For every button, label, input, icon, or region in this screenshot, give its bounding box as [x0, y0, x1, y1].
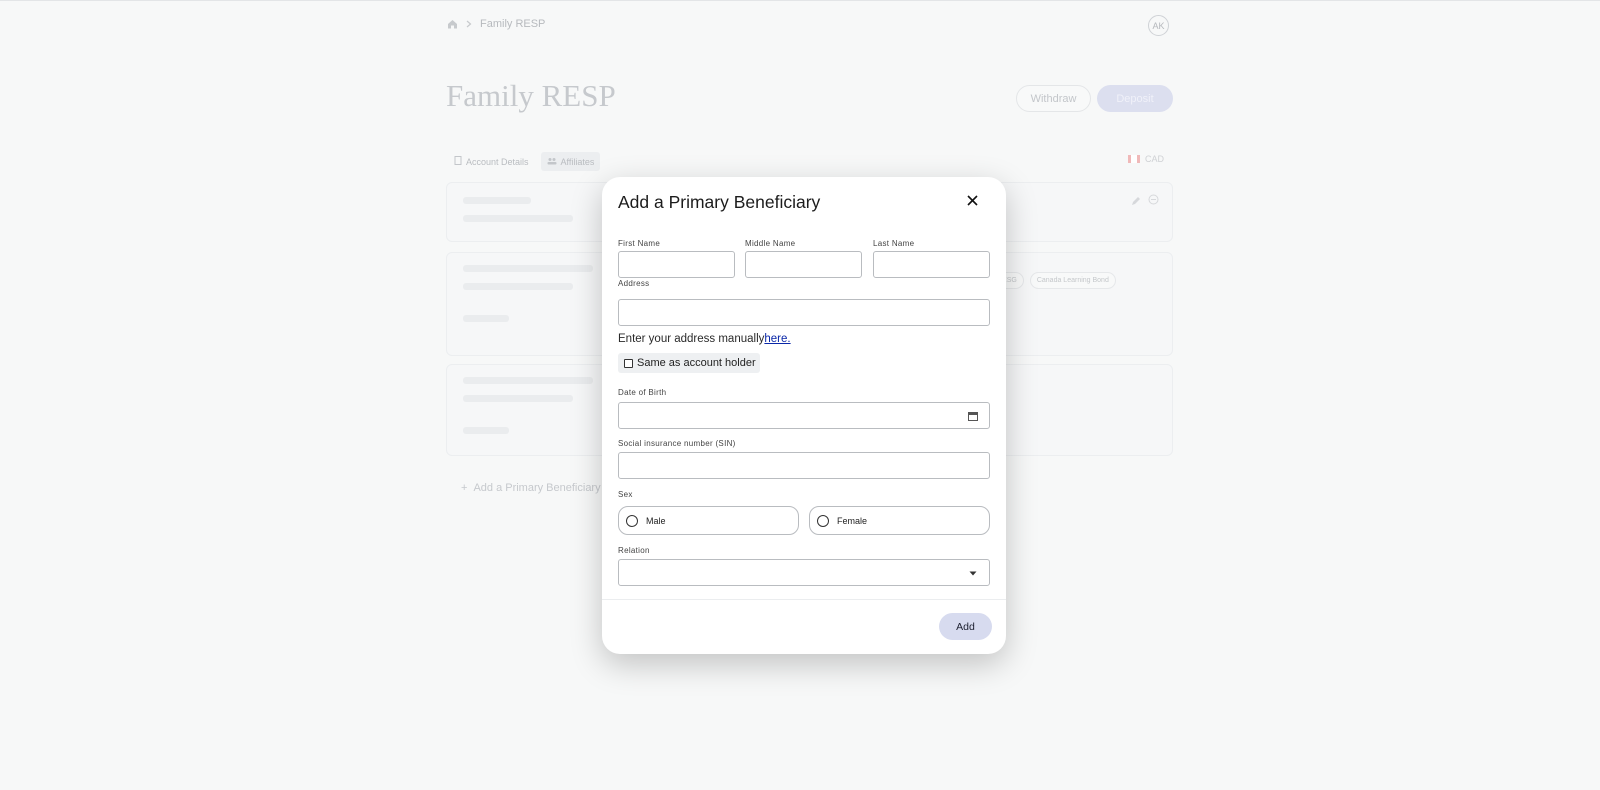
currency-label: CAD [1145, 154, 1165, 164]
page-title: Family RESP [446, 78, 616, 113]
sin-input[interactable] [618, 452, 990, 479]
avatar[interactable]: AK [1148, 15, 1169, 36]
people-icon [547, 157, 557, 167]
address-input[interactable] [618, 299, 990, 326]
deposit-button[interactable]: Deposit [1097, 85, 1173, 112]
placeholder-line [463, 395, 573, 402]
tab-label: Account Details [466, 156, 529, 167]
dob-label: Date of Birth [618, 388, 667, 397]
manual-address-link[interactable]: here. [764, 333, 790, 345]
calendar-icon[interactable] [966, 409, 980, 423]
top-divider [0, 0, 1600, 1]
add-button[interactable]: Add [939, 613, 992, 640]
placeholder-line [463, 377, 593, 384]
placeholder-line [463, 283, 573, 290]
modal-title: Add a Primary Beneficiary [618, 192, 821, 212]
address-label: Address [618, 279, 650, 288]
manual-address-text: Enter your address manually [618, 333, 765, 345]
grant-chips: CESG Canada Learning Bond [990, 272, 1116, 289]
close-icon [966, 193, 978, 211]
middle-name-input[interactable] [745, 251, 862, 278]
same-as-holder-label: Same as account holder [637, 357, 756, 369]
tab-affiliates[interactable]: Affiliates [540, 152, 601, 171]
currency-indicator: CAD [1128, 154, 1164, 164]
dob-input[interactable] [618, 402, 990, 429]
edit-icon[interactable] [1131, 193, 1141, 211]
modal-footer-divider [602, 599, 1006, 600]
sex-option-label: Female [837, 515, 868, 526]
document-icon [454, 156, 462, 167]
withdraw-button[interactable]: Withdraw [1016, 85, 1091, 112]
canada-flag-icon [1128, 155, 1140, 163]
placeholder-line [463, 315, 509, 322]
placeholder-line [463, 427, 509, 434]
grant-chip: Canada Learning Bond [1029, 272, 1116, 289]
sex-label: Sex [618, 490, 633, 499]
relation-select[interactable] [618, 559, 990, 586]
close-button[interactable] [963, 193, 981, 211]
radio-circle [817, 514, 829, 527]
placeholder-line [463, 197, 531, 204]
breadcrumb: Family RESP [447, 18, 545, 30]
tab-label: Affiliates [560, 156, 595, 167]
checkbox-square [624, 358, 633, 368]
add-beneficiary-label: Add a Primary Beneficiary [473, 482, 601, 494]
placeholder-line [463, 215, 573, 222]
first-name-label: First Name [618, 239, 661, 248]
chevron-right-icon [466, 20, 472, 28]
breadcrumb-current: Family RESP [480, 18, 546, 30]
placeholder-line [463, 265, 593, 272]
last-name-input[interactable] [873, 251, 990, 278]
sex-option-male[interactable]: Male [618, 506, 799, 535]
tab-bar: Account Details Affiliates [448, 152, 601, 171]
same-as-holder-checkbox[interactable]: Same as account holder [618, 353, 760, 373]
middle-name-label: Middle Name [745, 239, 796, 248]
remove-icon[interactable] [1148, 192, 1159, 210]
relation-label: Relation [618, 546, 650, 555]
sin-label: Social insurance number (SIN) [618, 439, 736, 448]
add-beneficiary-link[interactable]: + Add a Primary Beneficiary [461, 482, 601, 494]
first-name-input[interactable] [618, 251, 735, 278]
sex-option-female[interactable]: Female [809, 506, 990, 535]
add-beneficiary-modal: Add a Primary Beneficiary First Name Mid… [602, 177, 1006, 654]
home-icon[interactable] [447, 19, 458, 29]
manual-address-prompt: Enter your address manuallyhere. [618, 333, 791, 345]
chevron-down-icon[interactable] [966, 566, 980, 580]
radio-circle [626, 514, 638, 527]
tab-account-details[interactable]: Account Details [448, 152, 535, 171]
last-name-label: Last Name [873, 239, 915, 248]
sex-option-label: Male [646, 515, 666, 526]
plus-icon: + [461, 482, 468, 494]
